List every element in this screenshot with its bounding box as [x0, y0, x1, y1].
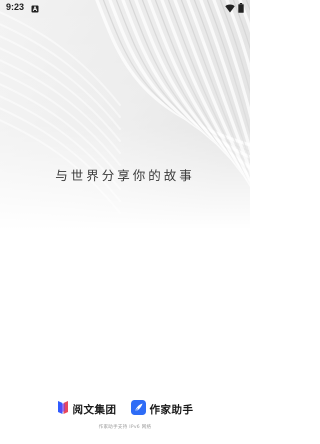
brand-writer-assistant: 作家助手 — [130, 400, 194, 419]
battery-icon — [238, 0, 244, 17]
hero-background-image — [0, 0, 250, 230]
wifi-icon — [225, 0, 235, 17]
status-bar: 9:23 — [0, 0, 250, 14]
yuewen-logo-icon — [57, 400, 69, 419]
brand-yuewen-name: 阅文集团 — [72, 404, 117, 416]
brand-yuewen: 阅文集团 — [57, 400, 117, 419]
splash-slogan: 与世界分享你的故事 — [55, 168, 195, 183]
status-time: 9:23 — [6, 2, 25, 12]
brand-writer-assistant-name: 作家助手 — [149, 404, 194, 416]
status-bar-left: 9:23 — [6, 0, 39, 17]
status-bar-right — [225, 0, 244, 17]
brand-row: 阅文集团 作家助手 — [0, 400, 250, 419]
feather-logo-icon — [130, 400, 146, 419]
footer-ipv6-note: 作家助手支持 IPv6 网络 — [98, 425, 152, 430]
notification-icon — [31, 0, 39, 17]
